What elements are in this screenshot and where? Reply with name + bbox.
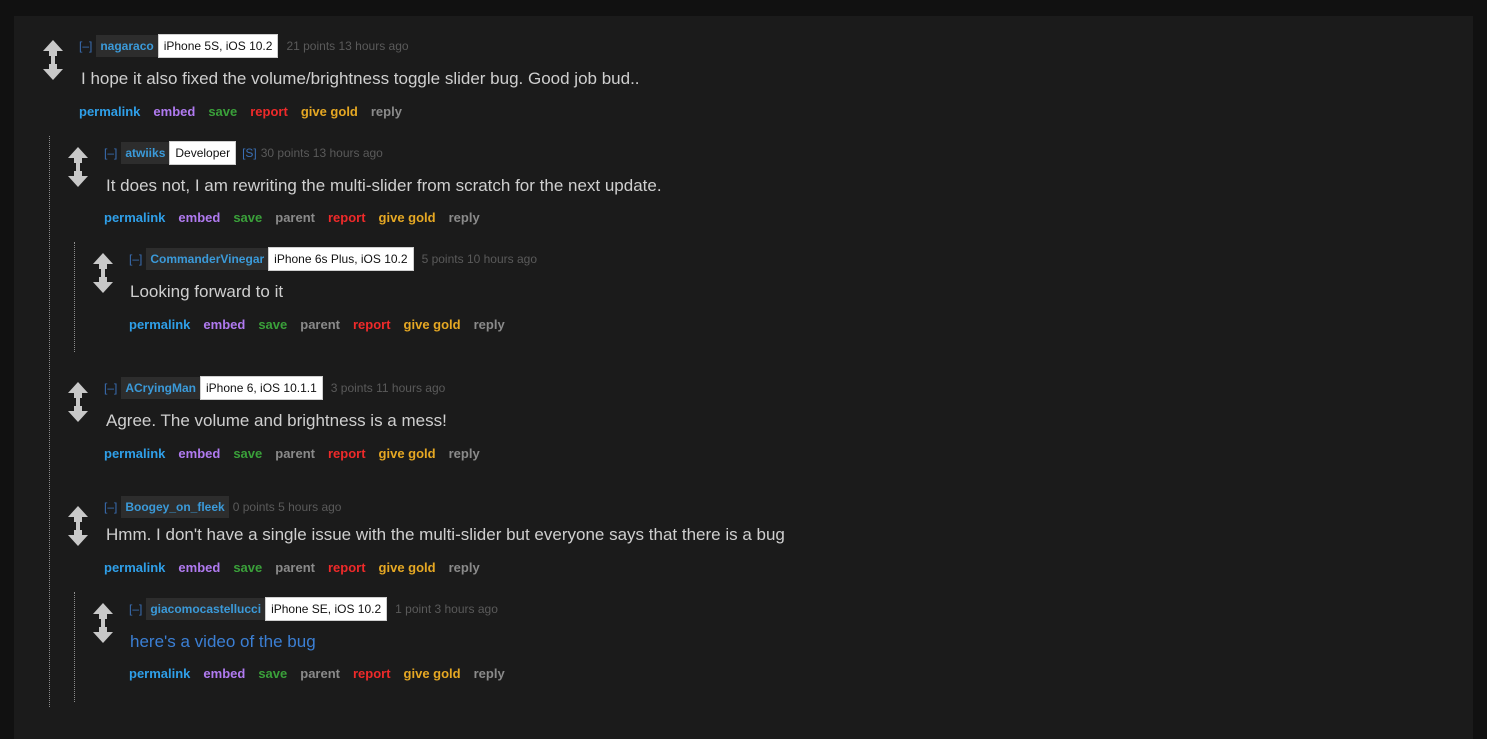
comment-actions: permalink embed save report give gold re… bbox=[79, 104, 415, 119]
reply-button[interactable]: reply bbox=[449, 210, 480, 225]
comment-actions: permalink embed save parent report give … bbox=[104, 560, 493, 575]
report-button[interactable]: report bbox=[250, 104, 288, 119]
comment-body: Agree. The volume and brightness is a me… bbox=[106, 411, 447, 430]
give-gold-button[interactable]: give gold bbox=[404, 666, 461, 681]
author-link[interactable]: giacomocastellucci bbox=[146, 598, 266, 620]
report-button[interactable]: report bbox=[328, 210, 366, 225]
author-link[interactable]: ACryingMan bbox=[121, 377, 201, 399]
reply-button[interactable]: reply bbox=[474, 666, 505, 681]
comment-tagline: [–] atwiiks Developer [S] 30 points 13 h… bbox=[104, 141, 383, 165]
collapse-toggle[interactable]: [–] bbox=[104, 146, 117, 160]
comment-actions: permalink embed save parent report give … bbox=[104, 446, 493, 461]
comment-body: Hmm. I don't have a single issue with th… bbox=[106, 525, 785, 544]
give-gold-button[interactable]: give gold bbox=[379, 560, 436, 575]
embed-button[interactable]: embed bbox=[178, 560, 220, 575]
thread-line-level2-b[interactable] bbox=[74, 592, 75, 702]
author-link[interactable]: CommanderVinegar bbox=[146, 248, 269, 270]
save-button[interactable]: save bbox=[233, 210, 262, 225]
comment-body: It does not, I am rewriting the multi-sl… bbox=[106, 176, 662, 195]
comment-tagline: [–] nagaraco iPhone 5S, iOS 10.2 21 poin… bbox=[79, 34, 409, 58]
comment-body: I hope it also fixed the volume/brightne… bbox=[81, 69, 640, 88]
comment-actions: permalink embed save parent report give … bbox=[104, 210, 493, 225]
save-button[interactable]: save bbox=[258, 666, 287, 681]
embed-button[interactable]: embed bbox=[203, 317, 245, 332]
user-flair: iPhone 5S, iOS 10.2 bbox=[157, 34, 279, 58]
give-gold-button[interactable]: give gold bbox=[379, 446, 436, 461]
comment-meta: 30 points 13 hours ago bbox=[260, 146, 383, 160]
parent-button[interactable]: parent bbox=[275, 560, 315, 575]
comment-actions: permalink embed save parent report give … bbox=[129, 317, 518, 332]
embed-button[interactable]: embed bbox=[203, 666, 245, 681]
comment-meta: 5 points 10 hours ago bbox=[421, 252, 537, 266]
parent-button[interactable]: parent bbox=[300, 317, 340, 332]
save-button[interactable]: save bbox=[233, 560, 262, 575]
video-link[interactable]: here's a video of the bug bbox=[130, 632, 316, 651]
parent-button[interactable]: parent bbox=[275, 210, 315, 225]
thread-line-level1[interactable] bbox=[49, 136, 50, 707]
give-gold-button[interactable]: give gold bbox=[404, 317, 461, 332]
collapse-toggle[interactable]: [–] bbox=[129, 252, 142, 266]
comment-body: here's a video of the bug bbox=[130, 632, 316, 652]
author-link[interactable]: atwiiks bbox=[121, 142, 170, 164]
parent-button[interactable]: parent bbox=[300, 666, 340, 681]
collapse-toggle[interactable]: [–] bbox=[79, 39, 92, 53]
collapse-toggle[interactable]: [–] bbox=[104, 381, 117, 395]
permalink-button[interactable]: permalink bbox=[129, 666, 190, 681]
comment-body: Looking forward to it bbox=[130, 282, 284, 301]
reply-button[interactable]: reply bbox=[449, 446, 480, 461]
vote-arrows-icon[interactable] bbox=[68, 382, 88, 422]
user-flair: Developer bbox=[169, 141, 237, 165]
embed-button[interactable]: embed bbox=[153, 104, 195, 119]
user-flair: iPhone 6, iOS 10.1.1 bbox=[200, 376, 323, 400]
collapse-toggle[interactable]: [–] bbox=[129, 602, 142, 616]
thread-line-level2-a[interactable] bbox=[74, 242, 75, 352]
permalink-button[interactable]: permalink bbox=[104, 446, 165, 461]
save-button[interactable]: save bbox=[258, 317, 287, 332]
reply-button[interactable]: reply bbox=[449, 560, 480, 575]
parent-button[interactable]: parent bbox=[275, 446, 315, 461]
embed-button[interactable]: embed bbox=[178, 210, 220, 225]
collapse-toggle[interactable]: [–] bbox=[104, 500, 117, 514]
vote-arrows-icon[interactable] bbox=[43, 40, 63, 80]
report-button[interactable]: report bbox=[328, 446, 366, 461]
comment-meta: 3 points 11 hours ago bbox=[330, 381, 446, 395]
comment-tagline: [–] giacomocastellucci iPhone SE, iOS 10… bbox=[129, 597, 498, 621]
permalink-button[interactable]: permalink bbox=[104, 210, 165, 225]
comment-tagline: [–] CommanderVinegar iPhone 6s Plus, iOS… bbox=[129, 247, 537, 271]
report-button[interactable]: report bbox=[353, 666, 391, 681]
comment-meta: 0 points 5 hours ago bbox=[232, 500, 342, 514]
comment-meta: 1 point 3 hours ago bbox=[395, 602, 498, 616]
comment-tagline: [–] Boogey_on_fleek 0 points 5 hours ago bbox=[104, 496, 341, 518]
report-button[interactable]: report bbox=[328, 560, 366, 575]
vote-arrows-icon[interactable] bbox=[93, 603, 113, 643]
vote-arrows-icon[interactable] bbox=[93, 253, 113, 293]
report-button[interactable]: report bbox=[353, 317, 391, 332]
user-flair: iPhone 6s Plus, iOS 10.2 bbox=[268, 247, 414, 271]
permalink-button[interactable]: permalink bbox=[104, 560, 165, 575]
comment-meta: 21 points 13 hours ago bbox=[286, 39, 409, 53]
give-gold-button[interactable]: give gold bbox=[379, 210, 436, 225]
save-button[interactable]: save bbox=[208, 104, 237, 119]
embed-button[interactable]: embed bbox=[178, 446, 220, 461]
give-gold-button[interactable]: give gold bbox=[301, 104, 358, 119]
permalink-button[interactable]: permalink bbox=[79, 104, 140, 119]
submitter-badge[interactable]: [S] bbox=[242, 146, 257, 160]
comment-tagline: [–] ACryingMan iPhone 6, iOS 10.1.1 3 po… bbox=[104, 376, 446, 400]
comment-actions: permalink embed save parent report give … bbox=[129, 666, 518, 681]
author-link[interactable]: Boogey_on_fleek bbox=[121, 496, 229, 518]
permalink-button[interactable]: permalink bbox=[129, 317, 190, 332]
vote-arrows-icon[interactable] bbox=[68, 147, 88, 187]
author-link[interactable]: nagaraco bbox=[96, 35, 158, 57]
save-button[interactable]: save bbox=[233, 446, 262, 461]
reply-button[interactable]: reply bbox=[371, 104, 402, 119]
vote-arrows-icon[interactable] bbox=[68, 506, 88, 546]
user-flair: iPhone SE, iOS 10.2 bbox=[265, 597, 388, 621]
reply-button[interactable]: reply bbox=[474, 317, 505, 332]
